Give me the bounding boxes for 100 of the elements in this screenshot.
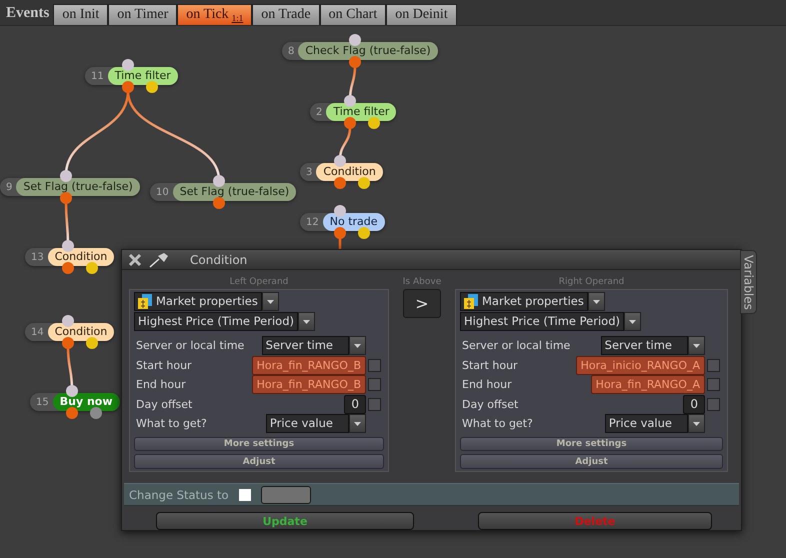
status-label: Change Status to [129,488,229,502]
caret-icon[interactable] [298,312,316,332]
input-port[interactable] [344,95,356,107]
node-label: No trade [322,213,385,231]
checkbox[interactable] [707,358,720,372]
input-port[interactable] [349,34,361,46]
input-port[interactable] [213,175,225,187]
variables-tab[interactable]: Variables [740,250,757,314]
param-label: Day offset [462,396,520,413]
param-dropdown[interactable]: Price value [604,414,688,434]
money-icon [138,294,152,310]
output-port[interactable] [62,337,74,349]
output-port[interactable] [60,192,72,204]
output-port[interactable] [86,262,98,274]
category-dropdown[interactable]: Market properties [134,292,262,312]
settings-button[interactable]: Adjust [134,454,384,470]
flow-node[interactable]: 8 Check Flag (true-false) [282,42,438,60]
flow-node[interactable]: 15 Buy now [30,393,120,411]
money-icon [464,294,478,310]
input-port[interactable] [334,205,346,217]
output-port[interactable] [368,117,380,129]
checkbox[interactable] [707,398,720,411]
operator-button[interactable]: > [403,289,441,318]
node-label: Buy now [52,393,120,411]
close-icon[interactable] [128,252,142,267]
function-dropdown[interactable]: Highest Price (Time Period) [460,312,624,332]
output-port[interactable] [122,81,134,93]
update-button[interactable]: Update [156,512,414,530]
param-label: End hour [462,377,513,394]
input-port[interactable] [62,240,74,252]
checkbox[interactable] [707,378,720,392]
pin-icon[interactable] [148,252,170,268]
output-port[interactable] [62,262,74,274]
connector-line [338,237,342,250]
event-tab[interactable]: on Tick 1:1 [177,4,252,25]
flow-node[interactable]: 3 Condition [300,163,383,181]
function-dropdown[interactable]: Highest Price (Time Period) [134,312,298,332]
node-label: Condition [48,323,114,341]
number-field[interactable]: 0 [683,394,705,414]
input-port[interactable] [60,170,72,182]
flow-node[interactable]: 12 No trade [300,213,385,231]
flow-node[interactable]: 2 Time filter [310,103,396,121]
flow-node[interactable]: 11 Time filter [85,67,178,85]
checkbox[interactable] [368,378,381,392]
category-dropdown[interactable]: Market properties [460,292,588,312]
node-number: 10 [155,186,170,198]
input-port[interactable] [62,315,74,327]
caret-icon[interactable] [688,414,705,434]
checkbox[interactable] [238,488,251,501]
caret-icon[interactable] [262,292,279,312]
event-tab[interactable]: on Chart [320,4,386,25]
output-port[interactable] [358,227,370,239]
flow-node[interactable]: 9 Set Flag (true-false) [0,178,140,196]
flow-node[interactable]: 13 Condition [25,248,114,266]
checkbox[interactable] [368,398,381,411]
flow-node[interactable]: 14 Condition [25,323,114,341]
checkbox[interactable] [368,358,381,372]
node-label: Set Flag (true-false) [16,178,140,196]
output-port[interactable] [358,177,370,189]
param-dropdown[interactable]: Server time [262,336,349,356]
node-number: 11 [90,70,105,82]
param-label: Start hour [462,358,519,374]
node-number: 8 [287,46,296,56]
dialog-title: Condition [190,252,248,267]
param-label: Server or local time [136,338,246,354]
output-port[interactable] [334,177,346,189]
event-tab[interactable]: on Init [53,4,108,25]
caret-icon[interactable] [624,312,642,332]
output-port[interactable] [344,117,356,129]
flow-node[interactable]: 10 Set Flag (true-false) [150,183,296,201]
caret-icon[interactable] [588,292,605,312]
event-tab[interactable]: on Timer [108,4,178,25]
output-port[interactable] [334,227,346,239]
event-tab[interactable]: on Trade [252,4,320,25]
node-label: Set Flag (true-false) [172,183,296,201]
output-port[interactable] [213,197,225,209]
output-port[interactable] [86,337,98,349]
settings-button[interactable]: More settings [134,436,384,452]
input-port[interactable] [66,385,78,397]
input-port[interactable] [334,155,346,167]
caret-icon[interactable] [688,336,705,356]
number-field[interactable]: 0 [344,394,366,414]
settings-button[interactable]: More settings [460,436,723,452]
node-label: Condition [48,248,114,266]
output-port[interactable] [146,81,158,93]
param-label: What to get? [136,416,208,432]
param-label: Day offset [136,396,194,413]
color-swatch[interactable] [260,486,311,504]
param-dropdown[interactable]: Price value [266,414,349,434]
param-label: End hour [136,377,187,394]
events-label: Events [6,5,50,23]
input-port[interactable] [122,59,134,71]
event-tab[interactable]: on Deinit [386,4,457,25]
caret-icon[interactable] [349,414,366,434]
node-number: 3 [305,166,314,178]
settings-button[interactable]: Adjust [460,454,723,470]
caret-icon[interactable] [349,336,366,356]
output-port[interactable] [349,56,361,68]
node-label: Check Flag (true-false) [298,42,438,60]
param-dropdown[interactable]: Server time [600,336,688,356]
